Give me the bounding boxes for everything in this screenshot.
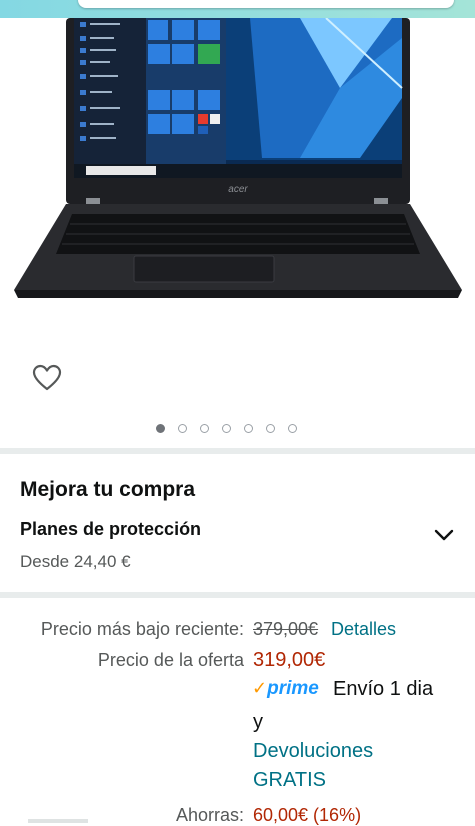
- carousel-dot[interactable]: [288, 424, 297, 433]
- shipping-text-continued: y: [253, 711, 263, 733]
- lowest-price-value: 379,00€: [253, 619, 319, 639]
- protection-plan-title[interactable]: Planes de protección: [20, 519, 201, 540]
- carousel-dot[interactable]: [178, 424, 187, 433]
- search-input[interactable]: [78, 0, 454, 8]
- check-icon: ✓: [252, 678, 268, 698]
- wishlist-heart-icon[interactable]: [30, 362, 64, 394]
- acer-logo: acer: [228, 184, 248, 195]
- protection-plan-price: Desde 24,40 €: [20, 552, 131, 571]
- lowest-price-label: Precio más bajo reciente:: [40, 619, 244, 639]
- section-divider: [0, 448, 475, 454]
- carousel-dot[interactable]: [222, 424, 231, 433]
- free-returns-link[interactable]: Devoluciones: [253, 740, 373, 763]
- section-divider: [0, 592, 475, 598]
- chevron-down-icon[interactable]: [432, 526, 458, 546]
- deal-price-value: 319,00€: [253, 649, 326, 671]
- prime-logo: prime: [267, 678, 319, 699]
- prime-badge: ✓prime: [252, 678, 319, 700]
- upgrade-section: Mejora tu compra Planes de protección De…: [0, 460, 475, 590]
- deal-price-label: Precio de la oferta: [97, 650, 244, 670]
- product-image[interactable]: acer: [0, 18, 475, 348]
- upgrade-title: Mejora tu compra: [20, 478, 196, 501]
- carousel-dot[interactable]: [200, 424, 209, 433]
- image-carousel-dots[interactable]: [156, 424, 297, 433]
- shipping-text: Envío 1 dia: [333, 678, 434, 700]
- free-returns-link-line2[interactable]: GRATIS: [253, 769, 326, 792]
- bottom-edge-element: [28, 819, 88, 823]
- laptop-image: acer: [14, 18, 462, 298]
- top-header-bar: [0, 0, 475, 18]
- carousel-dot[interactable]: [156, 424, 165, 433]
- carousel-dot[interactable]: [266, 424, 275, 433]
- details-link[interactable]: Detalles: [331, 619, 396, 640]
- carousel-dot[interactable]: [244, 424, 253, 433]
